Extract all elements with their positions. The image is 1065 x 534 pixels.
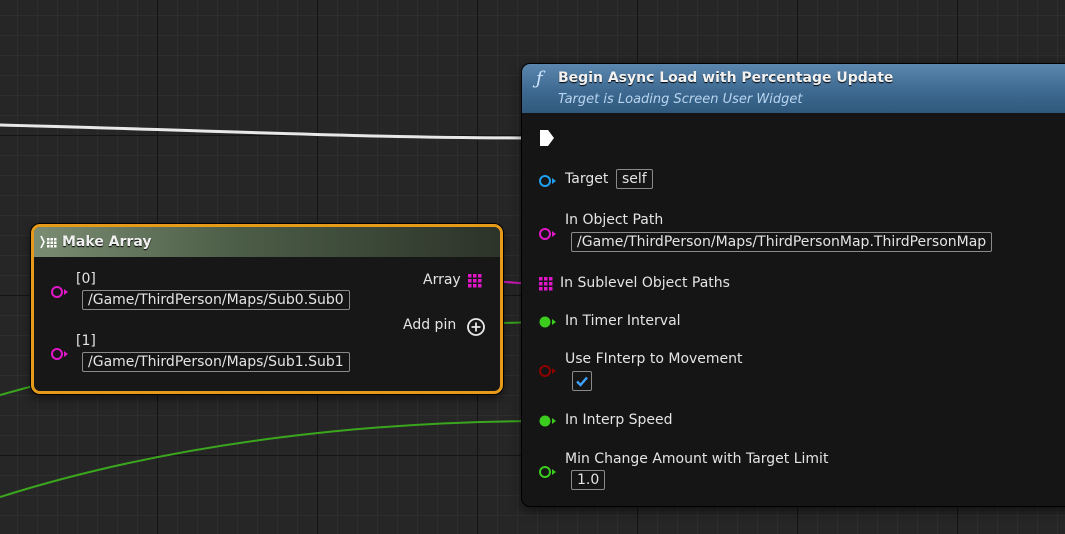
pin-1-value-field[interactable]: /Game/ThirdPerson/Maps/Sub1.Sub1: [82, 352, 350, 372]
object-path-pin-icon[interactable]: [538, 226, 558, 242]
interp-speed-label: In Interp Speed: [565, 412, 673, 428]
timer-interval-label: In Timer Interval: [565, 313, 681, 329]
finterp-bool-pin-icon[interactable]: [538, 363, 558, 379]
make-array-title: Make Array: [62, 234, 152, 250]
exec-wire: [0, 123, 541, 140]
function-icon: ƒ: [536, 68, 543, 89]
min-change-value-field[interactable]: 1.0: [571, 470, 606, 490]
target-label: Target: [565, 171, 609, 187]
finterp-label: Use FInterp to Movement: [565, 351, 743, 367]
pin-0-value-field[interactable]: /Game/ThirdPerson/Maps/Sub0.Sub0: [82, 290, 350, 310]
add-pin-icon[interactable]: [466, 317, 486, 337]
object-path-label: In Object Path: [565, 212, 664, 228]
target-value-field[interactable]: self: [616, 169, 653, 189]
min-change-pin-icon[interactable]: [538, 464, 558, 480]
exec-input-pin-icon[interactable]: [538, 128, 556, 148]
sublevel-array-pin-icon[interactable]: [538, 276, 554, 292]
array-output-pin-icon[interactable]: [467, 273, 483, 289]
function-node-title: Begin Async Load with Percentage Update: [558, 70, 894, 86]
function-node-subtitle: Target is Loading Screen User Widget: [558, 92, 803, 107]
pin-1-label: [1]: [76, 333, 96, 349]
timer-interval-pin-icon[interactable]: [538, 314, 558, 330]
string-pin-1-icon[interactable]: [50, 346, 70, 362]
pin-0-label: [0]: [76, 271, 96, 287]
begin-async-load-node[interactable]: ƒ Begin Async Load with Percentage Updat…: [522, 64, 1065, 506]
string-pin-0-icon[interactable]: [50, 284, 70, 300]
finterp-checkbox[interactable]: [572, 371, 592, 391]
interp-speed-pin-icon[interactable]: [538, 413, 558, 429]
sublevel-paths-label: In Sublevel Object Paths: [560, 275, 730, 291]
function-node-header[interactable]: ƒ Begin Async Load with Percentage Updat…: [522, 64, 1065, 113]
float-wire-interp: [0, 420, 548, 498]
add-pin-label[interactable]: Add pin: [403, 317, 456, 333]
make-array-header[interactable]: Make Array: [34, 227, 500, 257]
array-output-label: Array: [423, 272, 461, 288]
target-object-pin-icon[interactable]: [538, 173, 558, 189]
array-grid-icon: [40, 235, 57, 249]
make-array-node[interactable]: Make Array [0] /Game/ThirdPerson/Maps/Su…: [31, 224, 503, 394]
checkmark-icon: [576, 376, 588, 387]
object-path-value-field[interactable]: /Game/ThirdPerson/Maps/ThirdPersonMap.Th…: [571, 232, 993, 252]
min-change-label: Min Change Amount with Target Limit: [565, 451, 829, 467]
